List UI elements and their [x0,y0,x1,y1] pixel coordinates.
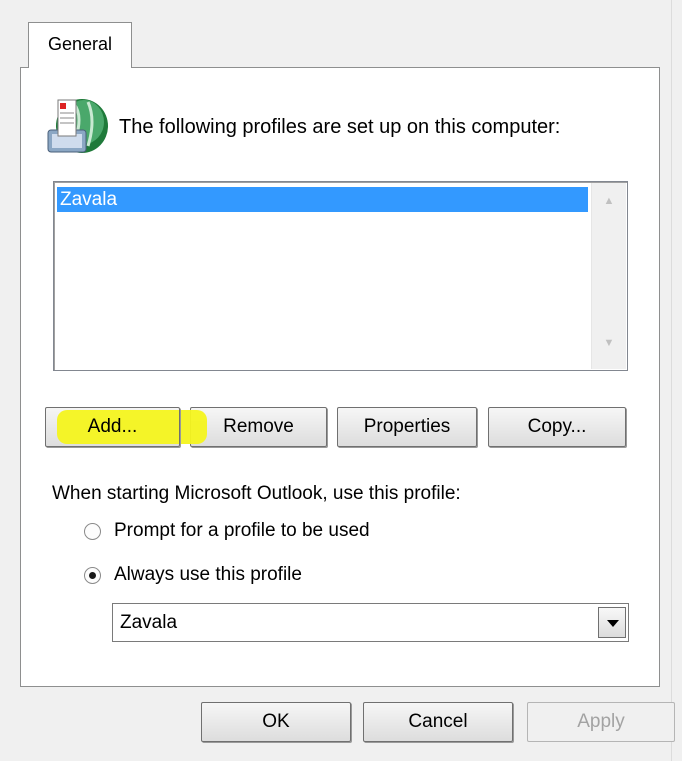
radio-button-prompt[interactable] [84,523,101,540]
dialog-edge [671,0,672,761]
add-button-label: Add... [87,416,138,437]
general-tab-panel [20,67,660,687]
radio-button-always[interactable] [84,567,101,584]
listbox-scrollbar[interactable]: ▲ ▼ [591,183,626,369]
mail-profile-icon [44,96,112,158]
ok-button[interactable]: OK [201,702,351,742]
copy-button[interactable]: Copy... [488,407,626,447]
profile-select[interactable]: Zavala [112,603,629,642]
profiles-header-text: The following profiles are set up on thi… [119,116,561,138]
radio-selected-dot [89,572,96,579]
list-item-zavala[interactable]: Zavala [57,187,588,212]
cancel-button[interactable]: Cancel [363,702,513,742]
remove-button[interactable]: Remove [190,407,327,447]
profile-select-value: Zavala [120,612,178,633]
chevron-down-icon[interactable] [598,607,626,638]
properties-button[interactable]: Properties [337,407,477,447]
profiles-listbox[interactable]: Zavala ▲ ▼ [53,181,628,371]
scroll-up-arrow-icon[interactable]: ▲ [592,189,626,213]
add-button[interactable]: Add... [45,407,180,447]
tab-general[interactable]: General [28,22,132,68]
radio-always-label: Always use this profile [114,564,302,585]
mail-profiles-dialog: General The following profiles are set u… [0,0,682,761]
apply-button[interactable]: Apply [527,702,675,742]
tab-general-label: General [47,34,113,54]
radio-prompt-label: Prompt for a profile to be used [114,520,370,541]
startup-label: When starting Microsoft Outlook, use thi… [52,483,461,504]
scroll-down-arrow-icon[interactable]: ▼ [592,331,626,355]
